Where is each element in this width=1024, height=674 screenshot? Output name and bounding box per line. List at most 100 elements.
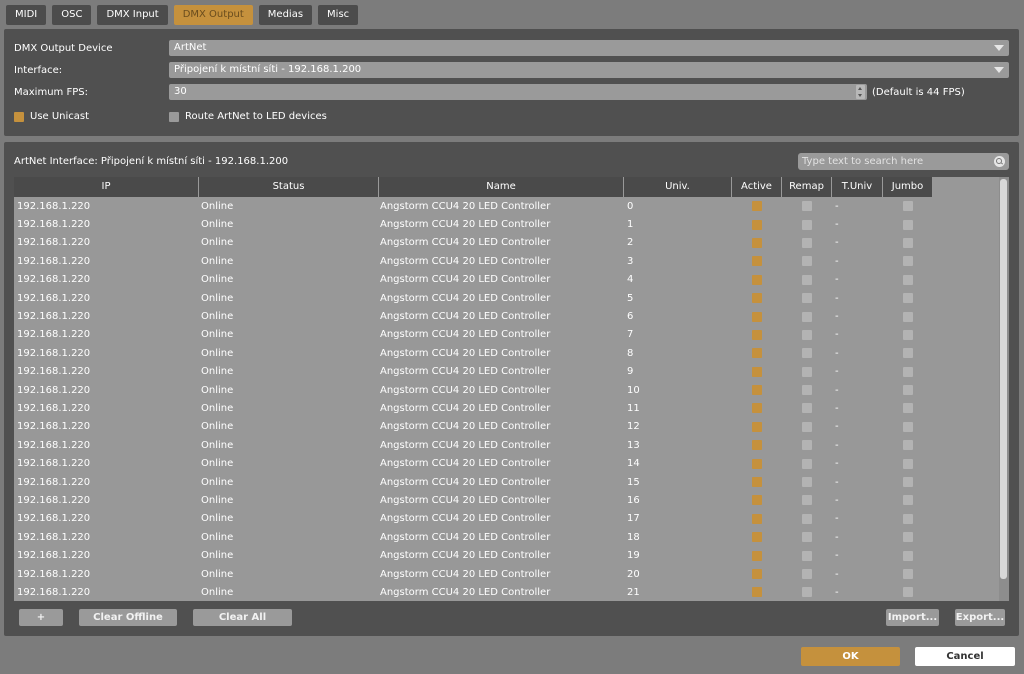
- remap-checkbox[interactable]: [802, 201, 812, 212]
- active-checkbox[interactable]: [752, 421, 762, 432]
- column-header-ip[interactable]: IP: [14, 177, 199, 197]
- table-row[interactable]: 192.168.1.220 Online Angstorm CCU4 20 LED …: [14, 583, 999, 601]
- remap-checkbox[interactable]: [802, 311, 812, 322]
- remap-checkbox[interactable]: [802, 403, 812, 414]
- table-row[interactable]: 192.168.1.220 Online Angstorm CCU4 20 LED …: [14, 399, 999, 417]
- jumbo-checkbox[interactable]: [903, 201, 913, 212]
- remap-checkbox[interactable]: [802, 219, 812, 230]
- column-header-univ[interactable]: Univ.: [624, 177, 732, 197]
- tab-medias[interactable]: Medias: [258, 5, 313, 25]
- use-unicast-checkbox[interactable]: [14, 111, 24, 122]
- scrollbar-thumb[interactable]: [1000, 179, 1007, 579]
- table-row[interactable]: 192.168.1.220 Online Angstorm CCU4 20 LED …: [14, 528, 999, 546]
- active-checkbox[interactable]: [752, 550, 762, 561]
- jumbo-checkbox[interactable]: [903, 550, 913, 561]
- remap-checkbox[interactable]: [802, 274, 812, 285]
- table-row[interactable]: 192.168.1.220 Online Angstorm CCU4 20 LED …: [14, 381, 999, 399]
- active-checkbox[interactable]: [752, 237, 762, 248]
- device-select[interactable]: ArtNet: [169, 40, 1009, 56]
- import-button[interactable]: Import...: [886, 609, 939, 626]
- active-checkbox[interactable]: [752, 513, 762, 524]
- jumbo-checkbox[interactable]: [903, 219, 913, 230]
- active-checkbox[interactable]: [752, 348, 762, 359]
- clear-all-button[interactable]: Clear All: [193, 609, 292, 626]
- remap-checkbox[interactable]: [802, 513, 812, 524]
- tab-osc[interactable]: OSC: [52, 5, 92, 25]
- search-icon[interactable]: [994, 156, 1005, 167]
- spinner-arrows-icon[interactable]: [856, 85, 865, 99]
- column-header-status[interactable]: Status: [199, 177, 379, 197]
- jumbo-checkbox[interactable]: [903, 440, 913, 451]
- remap-checkbox[interactable]: [802, 293, 812, 304]
- column-header-remap[interactable]: Remap: [782, 177, 832, 197]
- table-row[interactable]: 192.168.1.220 Online Angstorm CCU4 20 LED …: [14, 289, 999, 307]
- active-checkbox[interactable]: [752, 495, 762, 506]
- remap-checkbox[interactable]: [802, 366, 812, 377]
- remap-checkbox[interactable]: [802, 569, 812, 579]
- table-row[interactable]: 192.168.1.220 Online Angstorm CCU4 20 LED …: [14, 307, 999, 325]
- active-checkbox[interactable]: [752, 477, 762, 488]
- remap-checkbox[interactable]: [802, 550, 812, 561]
- active-checkbox[interactable]: [752, 587, 762, 598]
- jumbo-checkbox[interactable]: [903, 329, 913, 340]
- table-row[interactable]: 192.168.1.220 Online Angstorm CCU4 20 LED …: [14, 344, 999, 362]
- jumbo-checkbox[interactable]: [903, 421, 913, 432]
- table-row[interactable]: 192.168.1.220 Online Angstorm CCU4 20 LED …: [14, 436, 999, 454]
- remap-checkbox[interactable]: [802, 256, 812, 267]
- jumbo-checkbox[interactable]: [903, 495, 913, 506]
- table-row[interactable]: 192.168.1.220 Online Angstorm CCU4 20 LED …: [14, 271, 999, 289]
- search-input[interactable]: Type text to search here: [798, 153, 1009, 170]
- remap-checkbox[interactable]: [802, 237, 812, 248]
- route-led-checkbox[interactable]: [169, 111, 179, 122]
- column-header-name[interactable]: Name: [379, 177, 624, 197]
- active-checkbox[interactable]: [752, 219, 762, 230]
- ok-button[interactable]: OK: [801, 647, 900, 666]
- jumbo-checkbox[interactable]: [903, 366, 913, 377]
- jumbo-checkbox[interactable]: [903, 532, 913, 543]
- active-checkbox[interactable]: [752, 458, 762, 469]
- jumbo-checkbox[interactable]: [903, 513, 913, 524]
- table-row[interactable]: 192.168.1.220 Online Angstorm CCU4 20 LED …: [14, 326, 999, 344]
- table-row[interactable]: 192.168.1.220 Online Angstorm CCU4 20 LED …: [14, 215, 999, 233]
- remap-checkbox[interactable]: [802, 458, 812, 469]
- remap-checkbox[interactable]: [802, 421, 812, 432]
- column-header-active[interactable]: Active: [732, 177, 782, 197]
- tab-dmx-output[interactable]: DMX Output: [173, 5, 253, 25]
- table-row[interactable]: 192.168.1.220 Online Angstorm CCU4 20 LED …: [14, 418, 999, 436]
- jumbo-checkbox[interactable]: [903, 256, 913, 267]
- jumbo-checkbox[interactable]: [903, 293, 913, 304]
- add-button[interactable]: +: [19, 609, 63, 626]
- table-row[interactable]: 192.168.1.220 Online Angstorm CCU4 20 LED …: [14, 473, 999, 491]
- table-row[interactable]: 192.168.1.220 Online Angstorm CCU4 20 LED …: [14, 197, 999, 215]
- table-row[interactable]: 192.168.1.220 Online Angstorm CCU4 20 LED …: [14, 510, 999, 528]
- table-row[interactable]: 192.168.1.220 Online Angstorm CCU4 20 LED …: [14, 252, 999, 270]
- remap-checkbox[interactable]: [802, 495, 812, 506]
- interface-select[interactable]: Připojení k místní síti - 192.168.1.200: [169, 62, 1009, 78]
- active-checkbox[interactable]: [752, 201, 762, 212]
- table-row[interactable]: 192.168.1.220 Online Angstorm CCU4 20 LED …: [14, 491, 999, 509]
- active-checkbox[interactable]: [752, 532, 762, 543]
- remap-checkbox[interactable]: [802, 440, 812, 451]
- active-checkbox[interactable]: [752, 403, 762, 414]
- active-checkbox[interactable]: [752, 366, 762, 377]
- active-checkbox[interactable]: [752, 569, 762, 579]
- fps-spinbox[interactable]: 30: [169, 84, 867, 100]
- clear-offline-button[interactable]: Clear Offline: [79, 609, 177, 626]
- jumbo-checkbox[interactable]: [903, 348, 913, 359]
- remap-checkbox[interactable]: [802, 348, 812, 359]
- jumbo-checkbox[interactable]: [903, 477, 913, 488]
- tab-dmx-input[interactable]: DMX Input: [97, 5, 168, 25]
- use-unicast-option[interactable]: Use Unicast: [14, 111, 89, 122]
- jumbo-checkbox[interactable]: [903, 385, 913, 396]
- remap-checkbox[interactable]: [802, 532, 812, 543]
- remap-checkbox[interactable]: [802, 385, 812, 396]
- active-checkbox[interactable]: [752, 329, 762, 340]
- jumbo-checkbox[interactable]: [903, 403, 913, 414]
- export-button[interactable]: Export...: [955, 609, 1005, 626]
- column-header-jumbo[interactable]: Jumbo: [883, 177, 933, 197]
- route-led-option[interactable]: Route ArtNet to LED devices: [169, 111, 327, 122]
- active-checkbox[interactable]: [752, 293, 762, 304]
- vertical-scrollbar[interactable]: [999, 177, 1009, 601]
- tab-midi[interactable]: MIDI: [6, 5, 47, 25]
- active-checkbox[interactable]: [752, 385, 762, 396]
